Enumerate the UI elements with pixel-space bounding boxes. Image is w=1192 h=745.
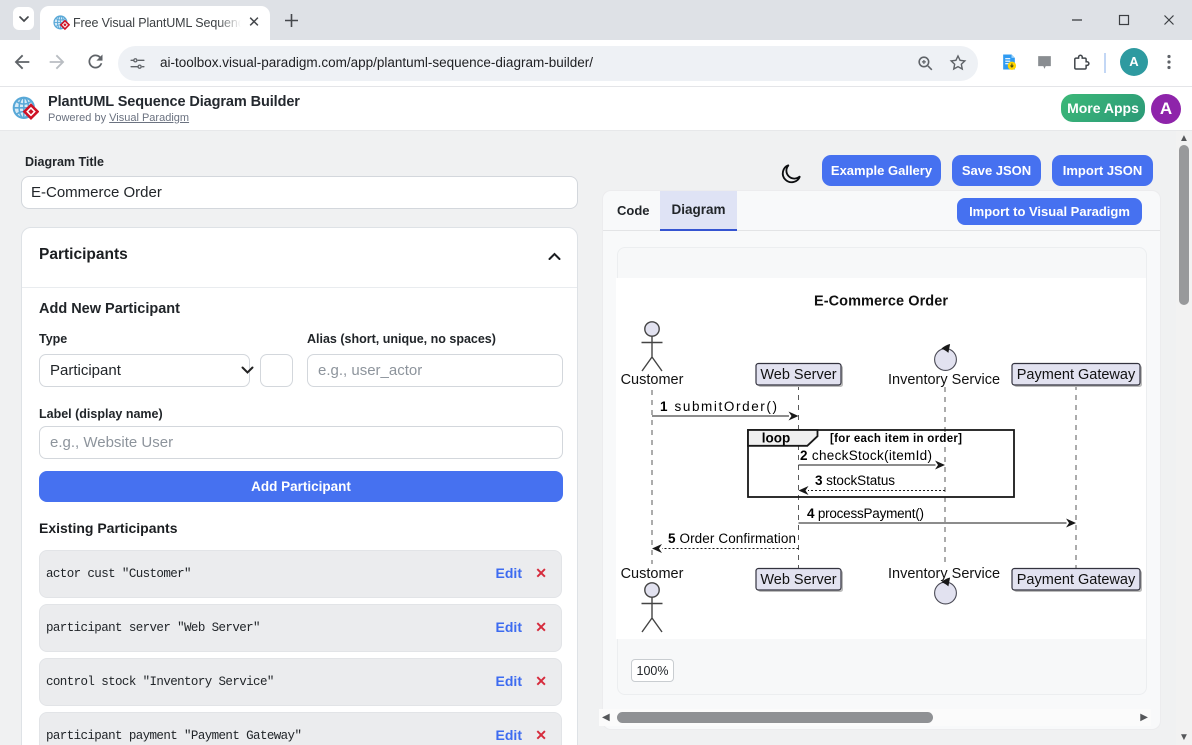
svg-text:[for each item in order]: [for each item in order]: [830, 433, 962, 445]
svg-text:Payment Gateway: Payment Gateway: [1017, 367, 1136, 383]
svg-text:E-Commerce Order: E-Commerce Order: [814, 294, 948, 310]
svg-text:loop: loop: [762, 431, 791, 446]
svg-text:Inventory Service: Inventory Service: [888, 566, 1000, 582]
svg-text:Web Server: Web Server: [760, 572, 836, 588]
svg-text:4 processPayment(): 4 processPayment(): [807, 506, 924, 521]
svg-text:Customer: Customer: [621, 566, 684, 582]
svg-text:Customer: Customer: [621, 372, 684, 388]
svg-text:Web Server: Web Server: [760, 367, 836, 383]
svg-text:Payment Gateway: Payment Gateway: [1017, 572, 1136, 588]
svg-text:3 stockStatus: 3 stockStatus: [815, 473, 895, 488]
svg-text:2 checkStock(itemId): 2 checkStock(itemId): [800, 448, 932, 463]
svg-text:Inventory Service: Inventory Service: [888, 372, 1000, 388]
svg-text:1 submitOrder(): 1 submitOrder(): [660, 399, 777, 414]
svg-text:5 Order Confirmation: 5 Order Confirmation: [668, 531, 796, 546]
